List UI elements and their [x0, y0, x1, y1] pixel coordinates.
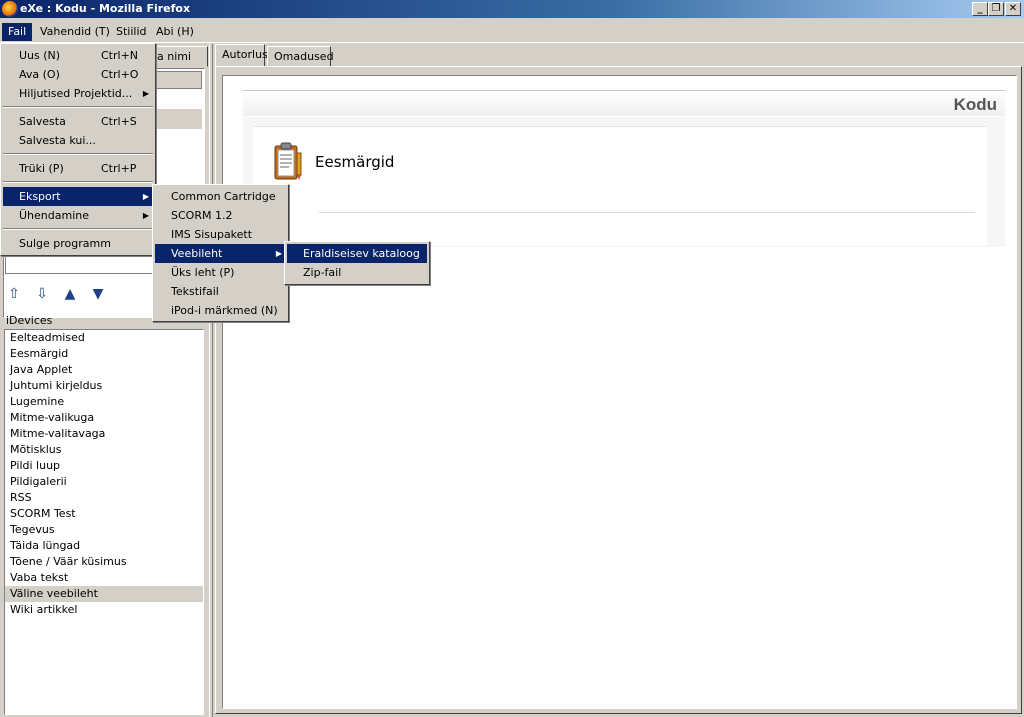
export-ims[interactable]: IMS Sisupakett: [155, 225, 286, 244]
idevice-list-item[interactable]: Vaba tekst: [5, 570, 203, 586]
page-body: Eesmärgid: [243, 117, 1005, 247]
tab-authoring[interactable]: Autorlus: [215, 44, 268, 68]
title-bar: eXe : Kodu - Mozilla Firefox _ ❐ ✕: [0, 0, 1024, 18]
idevice-list-item[interactable]: Pildi luup: [5, 458, 203, 474]
idevice-list-item[interactable]: Väline veebileht: [5, 586, 203, 602]
demote-icon[interactable]: ⇩: [32, 284, 52, 304]
website-zip-file[interactable]: Zip-fail: [287, 263, 427, 282]
page-title: Kodu: [953, 95, 997, 114]
idevice-list-item[interactable]: Tõene / Väär küsimus: [5, 554, 203, 570]
export-scorm[interactable]: SCORM 1.2: [155, 206, 286, 225]
menu-item-recent[interactable]: Hiljutised Projektid... ▶: [3, 84, 153, 103]
website-self-contained-folder[interactable]: Eraldiseisev kataloog: [287, 244, 427, 263]
idevice-list-item[interactable]: Eesmärgid: [5, 346, 203, 362]
idevice-list-item[interactable]: Mitme-valitavaga: [5, 426, 203, 442]
idevice-list-item[interactable]: Wiki artikkel: [5, 602, 203, 618]
menu-tools[interactable]: Vahendid (T): [34, 23, 116, 41]
export-common-cartridge[interactable]: Common Cartridge: [155, 187, 286, 206]
menu-help[interactable]: Abi (H): [150, 23, 200, 41]
idevice-list-item[interactable]: SCORM Test: [5, 506, 203, 522]
idevice-list-item[interactable]: Eelteadmised: [5, 330, 203, 346]
file-menu: Uus (N) Ctrl+N Ava (O) Ctrl+O Hiljutised P…: [0, 43, 156, 256]
idevice-list-item[interactable]: Tegevus: [5, 522, 203, 538]
menu-separator: [3, 106, 153, 108]
idevice-objectives[interactable]: Eesmärgid: [253, 126, 987, 246]
tab-outline[interactable]: a nimi: [150, 46, 208, 67]
idevices-label: iDevices: [6, 314, 53, 327]
close-button[interactable]: ✕: [1005, 2, 1021, 16]
content-frame: Kodu Eesmärgid: [215, 66, 1022, 714]
menu-file[interactable]: Fail: [2, 23, 33, 41]
menu-item-open[interactable]: Ava (O) Ctrl+O: [3, 65, 153, 84]
idevice-list-item[interactable]: Lugemine: [5, 394, 203, 410]
idevices-list: Eelteadmised Eesmärgid Java Applet Juhtumi …: [4, 329, 204, 715]
idevice-list-item[interactable]: Täida lüngad: [5, 538, 203, 554]
maximize-button[interactable]: ❐: [988, 2, 1004, 16]
idevice-list-item[interactable]: Juhtumi kirjeldus: [5, 378, 203, 394]
menu-item-new[interactable]: Uus (N) Ctrl+N: [3, 46, 153, 65]
idevice-list-item[interactable]: Mõtisklus: [5, 442, 203, 458]
idevice-list-item[interactable]: Pildigalerii: [5, 474, 203, 490]
idevice-list-item[interactable]: RSS: [5, 490, 203, 506]
menu-item-save[interactable]: Salvesta Ctrl+S: [3, 112, 153, 131]
content-area: Kodu Eesmärgid: [222, 75, 1017, 709]
menu-styles[interactable]: Stiilid: [110, 23, 153, 41]
website-menu: Eraldiseisev kataloog Zip-fail: [284, 241, 430, 285]
idevice-list-item[interactable]: Mitme-valikuga: [5, 410, 203, 426]
idevice-title: Eesmärgid: [315, 153, 395, 171]
minimize-button[interactable]: _: [972, 2, 988, 16]
promote-icon[interactable]: ⇧: [4, 284, 24, 304]
menu-item-print[interactable]: Trüki (P) Ctrl+P: [3, 159, 153, 178]
menu-item-quit[interactable]: Sulge programm: [3, 234, 153, 253]
menu-item-merge[interactable]: Ühendamine ▶: [3, 206, 153, 225]
idevice-divider: [319, 212, 975, 213]
tab-properties[interactable]: Omadused: [267, 46, 334, 68]
idevice-list-item[interactable]: Java Applet: [5, 362, 203, 378]
menu-item-save-as[interactable]: Salvesta kui...: [3, 131, 153, 150]
menu-bar: Fail Vahendid (T) Stiilid Abi (H): [0, 19, 1024, 43]
export-text-file[interactable]: Tekstifail: [155, 282, 286, 301]
export-single-page[interactable]: Üks leht (P): [155, 263, 286, 282]
page-header: Kodu: [243, 90, 1005, 116]
move-up-icon[interactable]: ▲: [60, 284, 80, 304]
clipboard-icon: [274, 142, 302, 180]
export-menu: Common Cartridge SCORM 1.2 IMS Sisupaket…: [152, 184, 289, 322]
export-ipod-notes[interactable]: iPod-i märkmed (N): [155, 301, 286, 320]
export-website[interactable]: Veebileht ▶: [155, 244, 286, 263]
menu-separator: [3, 153, 153, 155]
menu-separator: [3, 228, 153, 230]
menu-item-export[interactable]: Eksport ▶: [3, 187, 153, 206]
menu-separator: [3, 181, 153, 183]
window-title: eXe : Kodu - Mozilla Firefox: [20, 2, 191, 15]
firefox-icon: [2, 1, 18, 17]
move-down-icon[interactable]: ▼: [88, 284, 108, 304]
right-panel: Autorlus Omadused Kodu Eesmärgid: [213, 44, 1024, 717]
